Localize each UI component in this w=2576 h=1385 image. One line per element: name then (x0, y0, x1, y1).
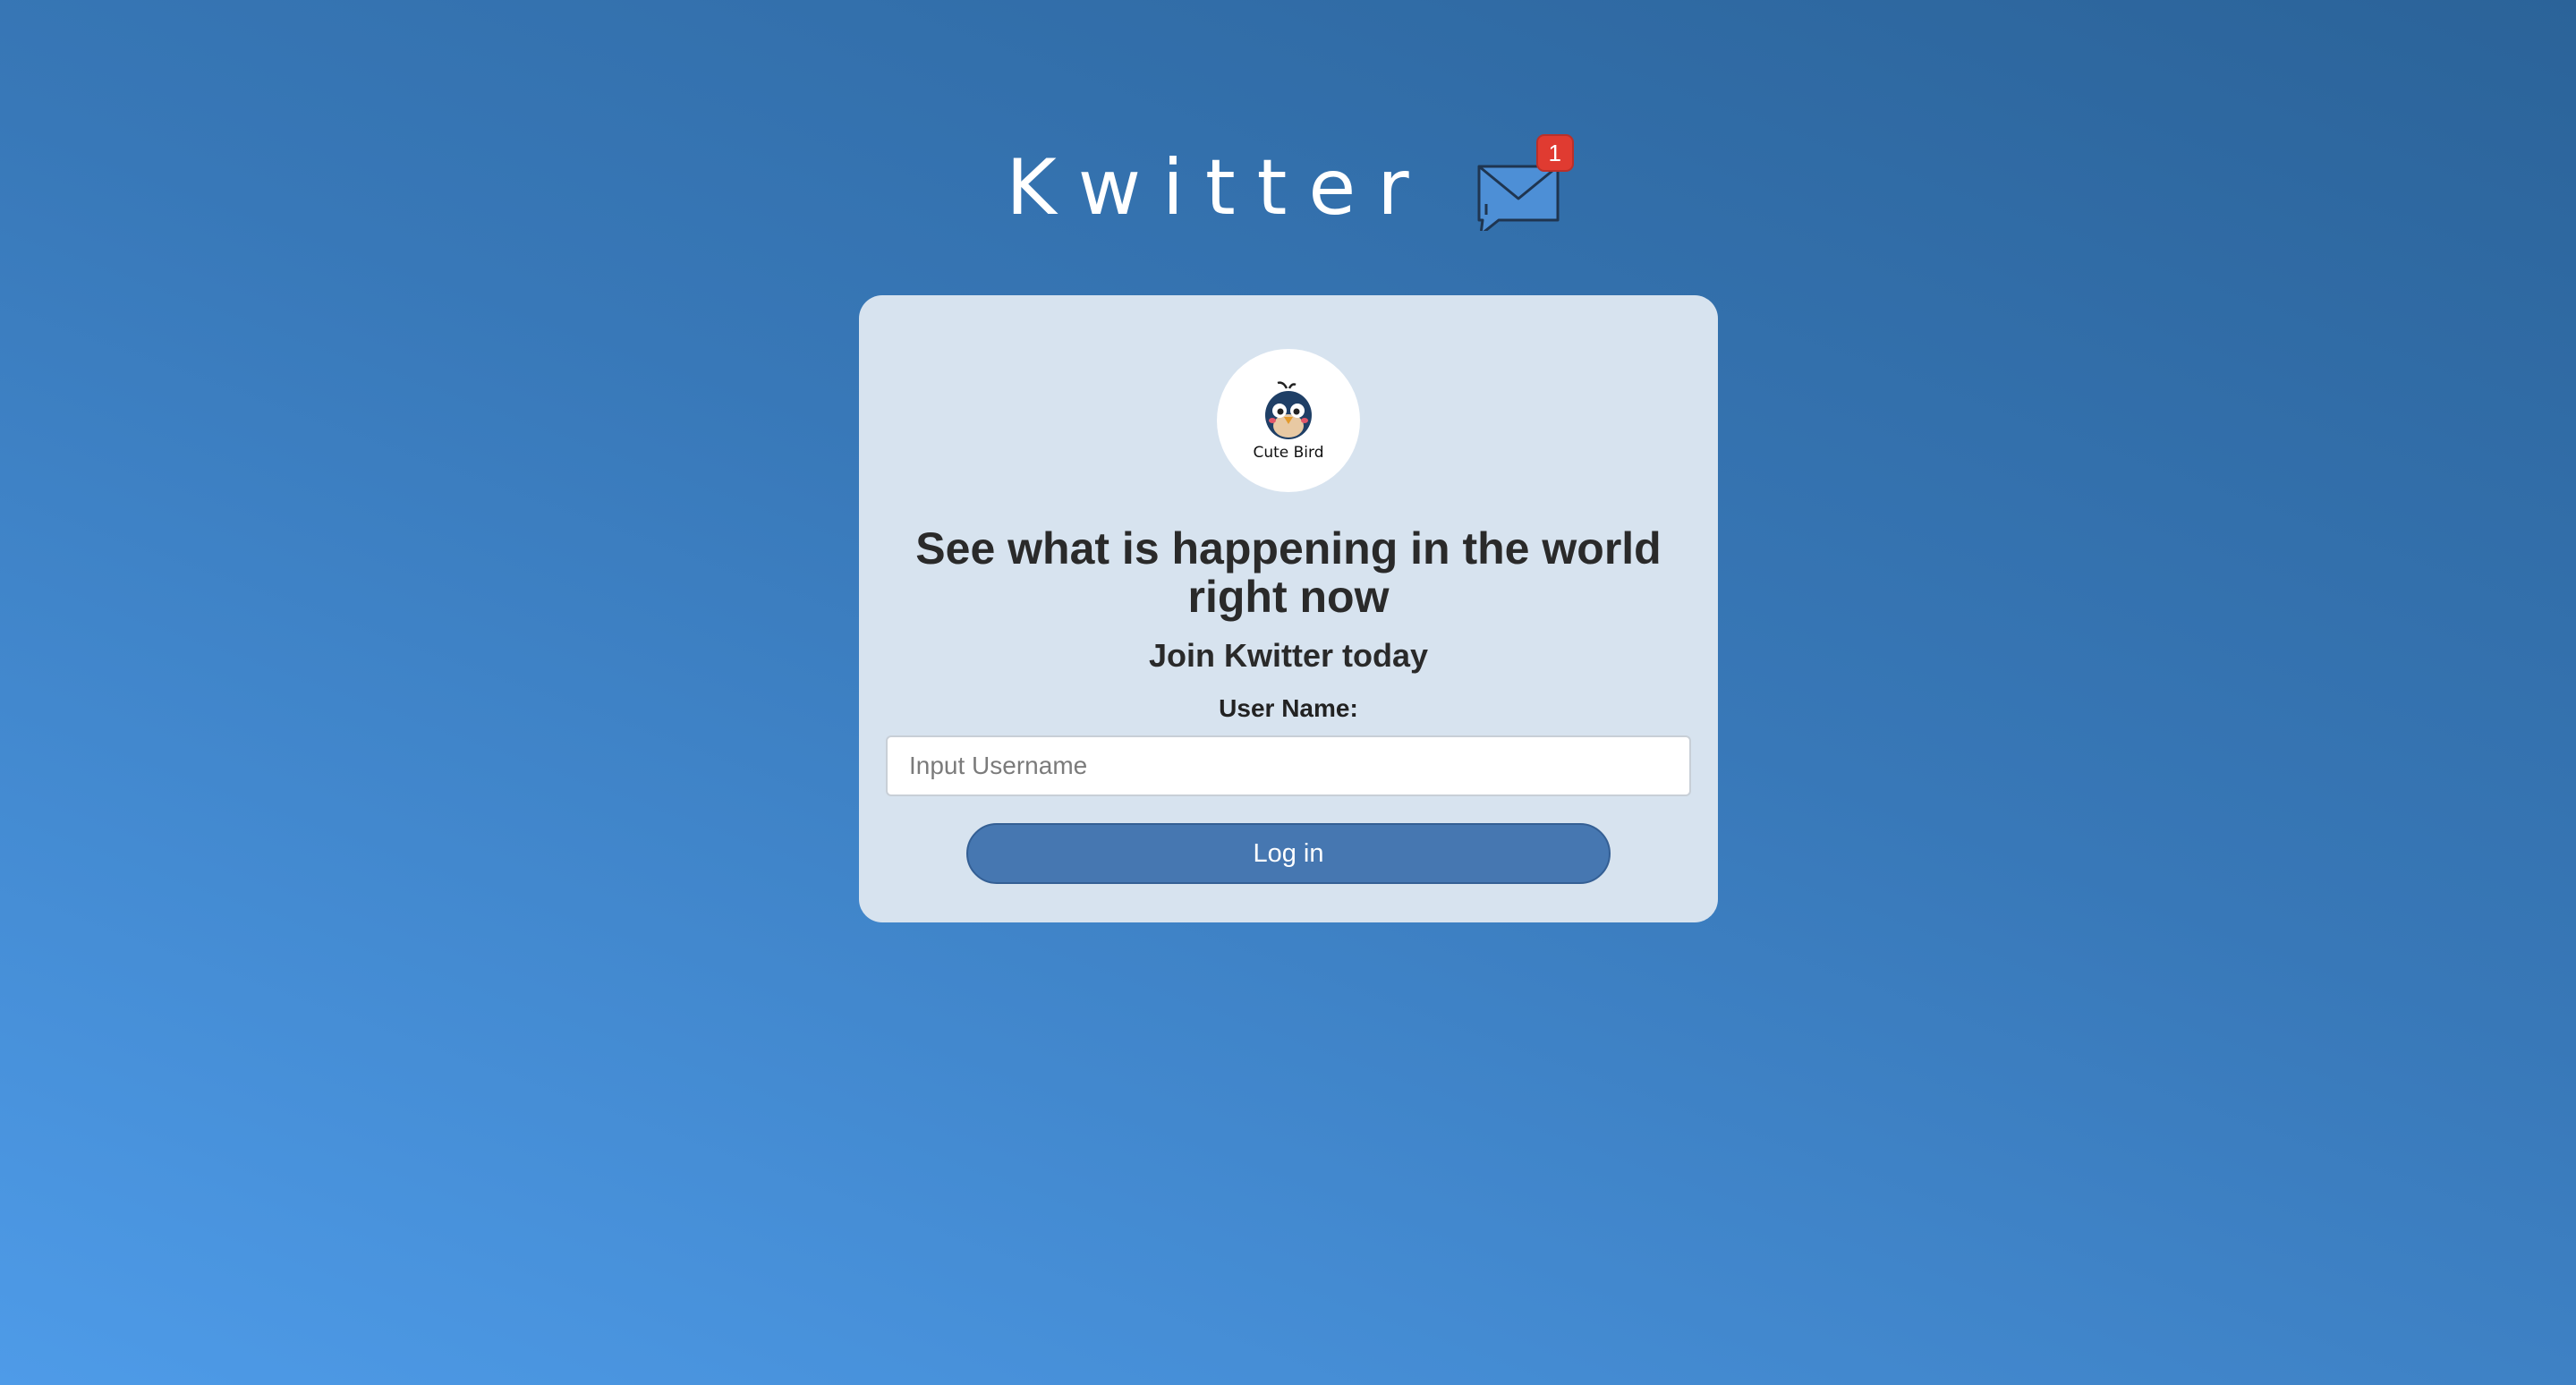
logo-avatar: Cute Bird (1217, 349, 1360, 492)
brand: Kwitter 1 (1006, 134, 1574, 233)
notification-badge: 1 (1535, 134, 1574, 172)
headline: See what is happening in the world right… (915, 523, 1662, 622)
header: Kwitter 1 (0, 134, 2576, 242)
app-title: Kwitter (1006, 143, 1431, 233)
login-button[interactable]: Log in (966, 823, 1611, 884)
login-card: Cute Bird See what is happening in the w… (859, 295, 1718, 922)
messages-button[interactable]: 1 (1475, 134, 1574, 231)
bird-icon (1265, 381, 1312, 439)
username-label: User Name: (1219, 694, 1358, 722)
subheadline: Join Kwitter today (1148, 637, 1429, 674)
username-input[interactable] (886, 735, 1691, 796)
avatar-caption: Cute Bird (1253, 444, 1324, 462)
